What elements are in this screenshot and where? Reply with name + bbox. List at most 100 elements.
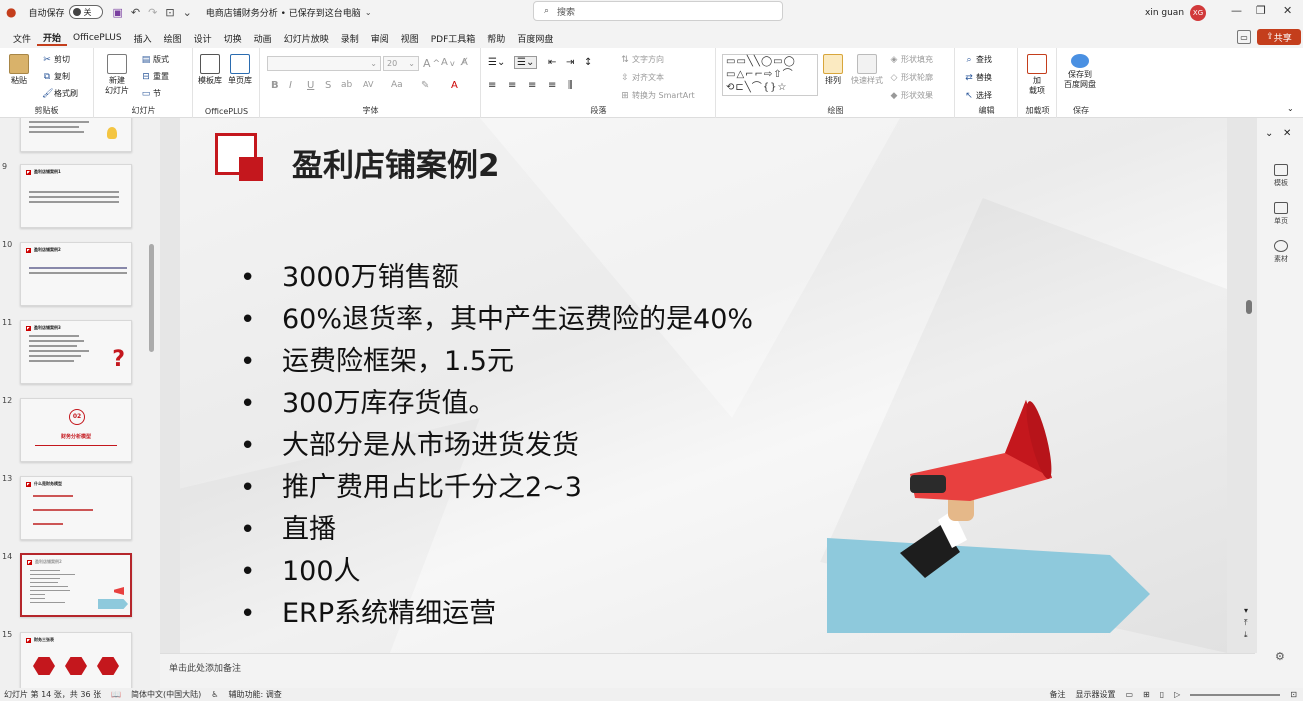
thumbnail-11[interactable]: 盈利店铺案例3 ? (20, 320, 132, 384)
notes-button[interactable]: 备注 (1049, 689, 1065, 700)
shape-fill-button[interactable]: ◈ 形状填充 (889, 54, 933, 65)
paste-button[interactable]: 粘贴 (9, 54, 29, 86)
tab-view[interactable]: 视图 (395, 32, 425, 45)
reset-button[interactable]: ⊟ 重置 (141, 71, 169, 82)
decrease-indent-button[interactable]: ⇤ (548, 57, 556, 68)
scroll-down-icon[interactable]: ▾ (1244, 606, 1248, 615)
fit-slide-icon[interactable]: ⊡ (1290, 690, 1297, 699)
previous-slide-icon[interactable]: ⤒ (1244, 618, 1248, 628)
thumbnail-10[interactable]: 盈利店铺案例2 (20, 242, 132, 306)
tab-pdf-tools[interactable]: PDF工具箱 (425, 32, 482, 45)
notes-pane[interactable]: 单击此处添加备注 (160, 653, 1255, 688)
tab-baidu[interactable]: 百度网盘 (511, 32, 559, 45)
rightpane-templates[interactable]: 模板 (1265, 164, 1297, 188)
line-spacing-button[interactable]: ↕ (584, 57, 592, 68)
shape-effects-button[interactable]: ◆ 形状效果 (889, 90, 933, 101)
arrange-button[interactable]: 排列 (823, 54, 843, 86)
save-to-baidu-button[interactable]: 保存到 百度网盘 (1064, 54, 1096, 90)
display-settings-button[interactable]: 显示器设置 (1075, 689, 1115, 700)
thumbnail-9[interactable]: 盈利店铺案例1 (20, 164, 132, 228)
save-icon[interactable]: ▣ (113, 6, 123, 19)
close-pane-icon[interactable]: ✕ (1283, 128, 1291, 139)
tab-insert[interactable]: 插入 (128, 32, 158, 45)
thumbnail-13[interactable]: 什么是财务模型 (20, 476, 132, 540)
slideshow-view-icon[interactable]: ▷ (1174, 690, 1180, 699)
share-button[interactable]: ⇪ 共享 (1257, 29, 1301, 45)
shapes-gallery[interactable]: ▭▭╲╲◯▭◯ ▭△⌐⌐⇨⇧⌒ ⟲⊏╲⌒{}☆ (722, 54, 818, 96)
bold-button[interactable]: B (271, 80, 279, 91)
sorter-view-icon[interactable]: ⊞ (1143, 690, 1150, 699)
find-button[interactable]: ⌕ 查找 (964, 54, 992, 65)
thumbnail-12[interactable]: 02 财务分析模型 (20, 398, 132, 462)
addins-button[interactable]: 加 载项 (1027, 54, 1047, 96)
new-slide-button[interactable]: 新建 幻灯片 (105, 54, 129, 96)
replace-button[interactable]: ⇄ 替换 (964, 72, 992, 83)
bullet-list[interactable]: 3000万销售额 60%退货率，其中产生运费险的是40% 运费险框架，1.5元 … (240, 258, 753, 636)
smartart-button[interactable]: ⊞ 转换为 SmartArt (620, 90, 694, 101)
section-button[interactable]: ▭ 节 (141, 88, 161, 99)
align-center-button[interactable]: ≡ (508, 80, 516, 91)
font-family-select[interactable]: ⌄ (267, 56, 381, 71)
search-box[interactable]: ⌕ 搜索 (533, 1, 783, 21)
template-library-button[interactable]: 模板库 (198, 54, 222, 86)
underline-button[interactable]: U (307, 80, 314, 91)
font-color-button[interactable]: A (451, 80, 458, 91)
italic-button[interactable]: I (289, 80, 292, 91)
clear-format-button[interactable]: A̸ (461, 57, 468, 68)
tab-record[interactable]: 录制 (335, 32, 365, 45)
cut-button[interactable]: ✂ 剪切 (42, 54, 70, 65)
slide-title[interactable]: 盈利店铺案例2 (292, 140, 500, 185)
thumbnail-14-selected[interactable]: 盈利店铺案例2 (20, 553, 132, 617)
current-slide[interactable]: 盈利店铺案例2 3000万销售额 60%退货率，其中产生运费险的是40% 运费险… (180, 118, 1227, 653)
collapse-ribbon-icon[interactable]: ⌄ (1287, 104, 1294, 113)
settings-gear-icon[interactable]: ⚙ (1275, 650, 1285, 663)
language[interactable]: 简体中文(中国大陆) (131, 689, 201, 700)
chevron-down-icon[interactable]: ⌄ (365, 8, 372, 17)
tab-review[interactable]: 审阅 (365, 32, 395, 45)
quick-styles-button[interactable]: 快速样式 (851, 54, 883, 86)
slide-scrollbar-thumb[interactable] (1246, 300, 1252, 314)
tab-slideshow[interactable]: 幻灯片放映 (278, 32, 335, 45)
redo-icon[interactable]: ↷ (148, 6, 157, 19)
thumbnail-scrollbar[interactable] (149, 244, 154, 352)
align-text-button[interactable]: ⇳ 对齐文本 (620, 72, 664, 83)
text-direction-button[interactable]: ⇅ 文字方向 (620, 54, 664, 65)
accessibility[interactable]: 辅助功能: 调查 (228, 689, 281, 700)
numbering-button[interactable]: ☰⌄ (514, 56, 538, 69)
collapse-pane-icon[interactable]: ⌄ (1265, 128, 1273, 139)
avatar[interactable]: XG (1190, 5, 1207, 21)
tab-officeplus[interactable]: OfficePLUS (67, 33, 128, 43)
maximize-icon[interactable]: ❐ (1256, 4, 1266, 17)
align-right-button[interactable]: ≡ (528, 80, 536, 91)
zoom-slider[interactable] (1190, 693, 1281, 696)
justify-button[interactable]: ≡ (548, 80, 556, 91)
minimize-icon[interactable]: — (1231, 4, 1242, 17)
tab-home[interactable]: 开始 (37, 31, 68, 46)
autosave-toggle[interactable]: 关 (68, 5, 103, 19)
grow-font-button[interactable]: A ^ (423, 57, 440, 70)
tab-animations[interactable]: 动画 (248, 32, 278, 45)
user-account[interactable]: xin guan XG (1145, 5, 1207, 21)
tab-draw[interactable]: 绘图 (158, 32, 188, 45)
bullets-button[interactable]: ☰⌄ (488, 57, 505, 68)
shadow-button[interactable]: ab (341, 80, 352, 90)
layout-button[interactable]: ▤ 版式 (141, 54, 169, 65)
rightpane-single-page[interactable]: 单页 (1265, 202, 1297, 226)
close-icon[interactable]: ✕ (1283, 4, 1292, 17)
change-case-button[interactable]: Aa (391, 80, 403, 90)
char-spacing-button[interactable]: AV (363, 80, 373, 89)
align-left-button[interactable]: ≡ (488, 80, 496, 91)
tab-help[interactable]: 帮助 (481, 32, 511, 45)
comment-icon[interactable]: ▭ (1237, 30, 1251, 44)
next-slide-icon[interactable]: ⤓ (1244, 630, 1248, 640)
single-page-button[interactable]: 单页库 (228, 54, 252, 86)
thumbnail-8[interactable] (20, 118, 132, 152)
present-icon[interactable]: ⊡ (165, 6, 174, 19)
tab-design[interactable]: 设计 (188, 32, 218, 45)
spellcheck-icon[interactable]: 📖 (111, 690, 121, 699)
slide-thumbnail-panel[interactable]: 9 盈利店铺案例1 10 盈利店铺案例2 11 盈利店铺案例3 ? 12 02 … (0, 118, 160, 688)
thumbnail-15[interactable]: 财务三张表 (20, 632, 132, 688)
columns-button[interactable]: ⫼ (568, 80, 573, 91)
reading-view-icon[interactable]: ▯ (1160, 690, 1164, 699)
shape-outline-button[interactable]: ◇ 形状轮廓 (889, 72, 933, 83)
